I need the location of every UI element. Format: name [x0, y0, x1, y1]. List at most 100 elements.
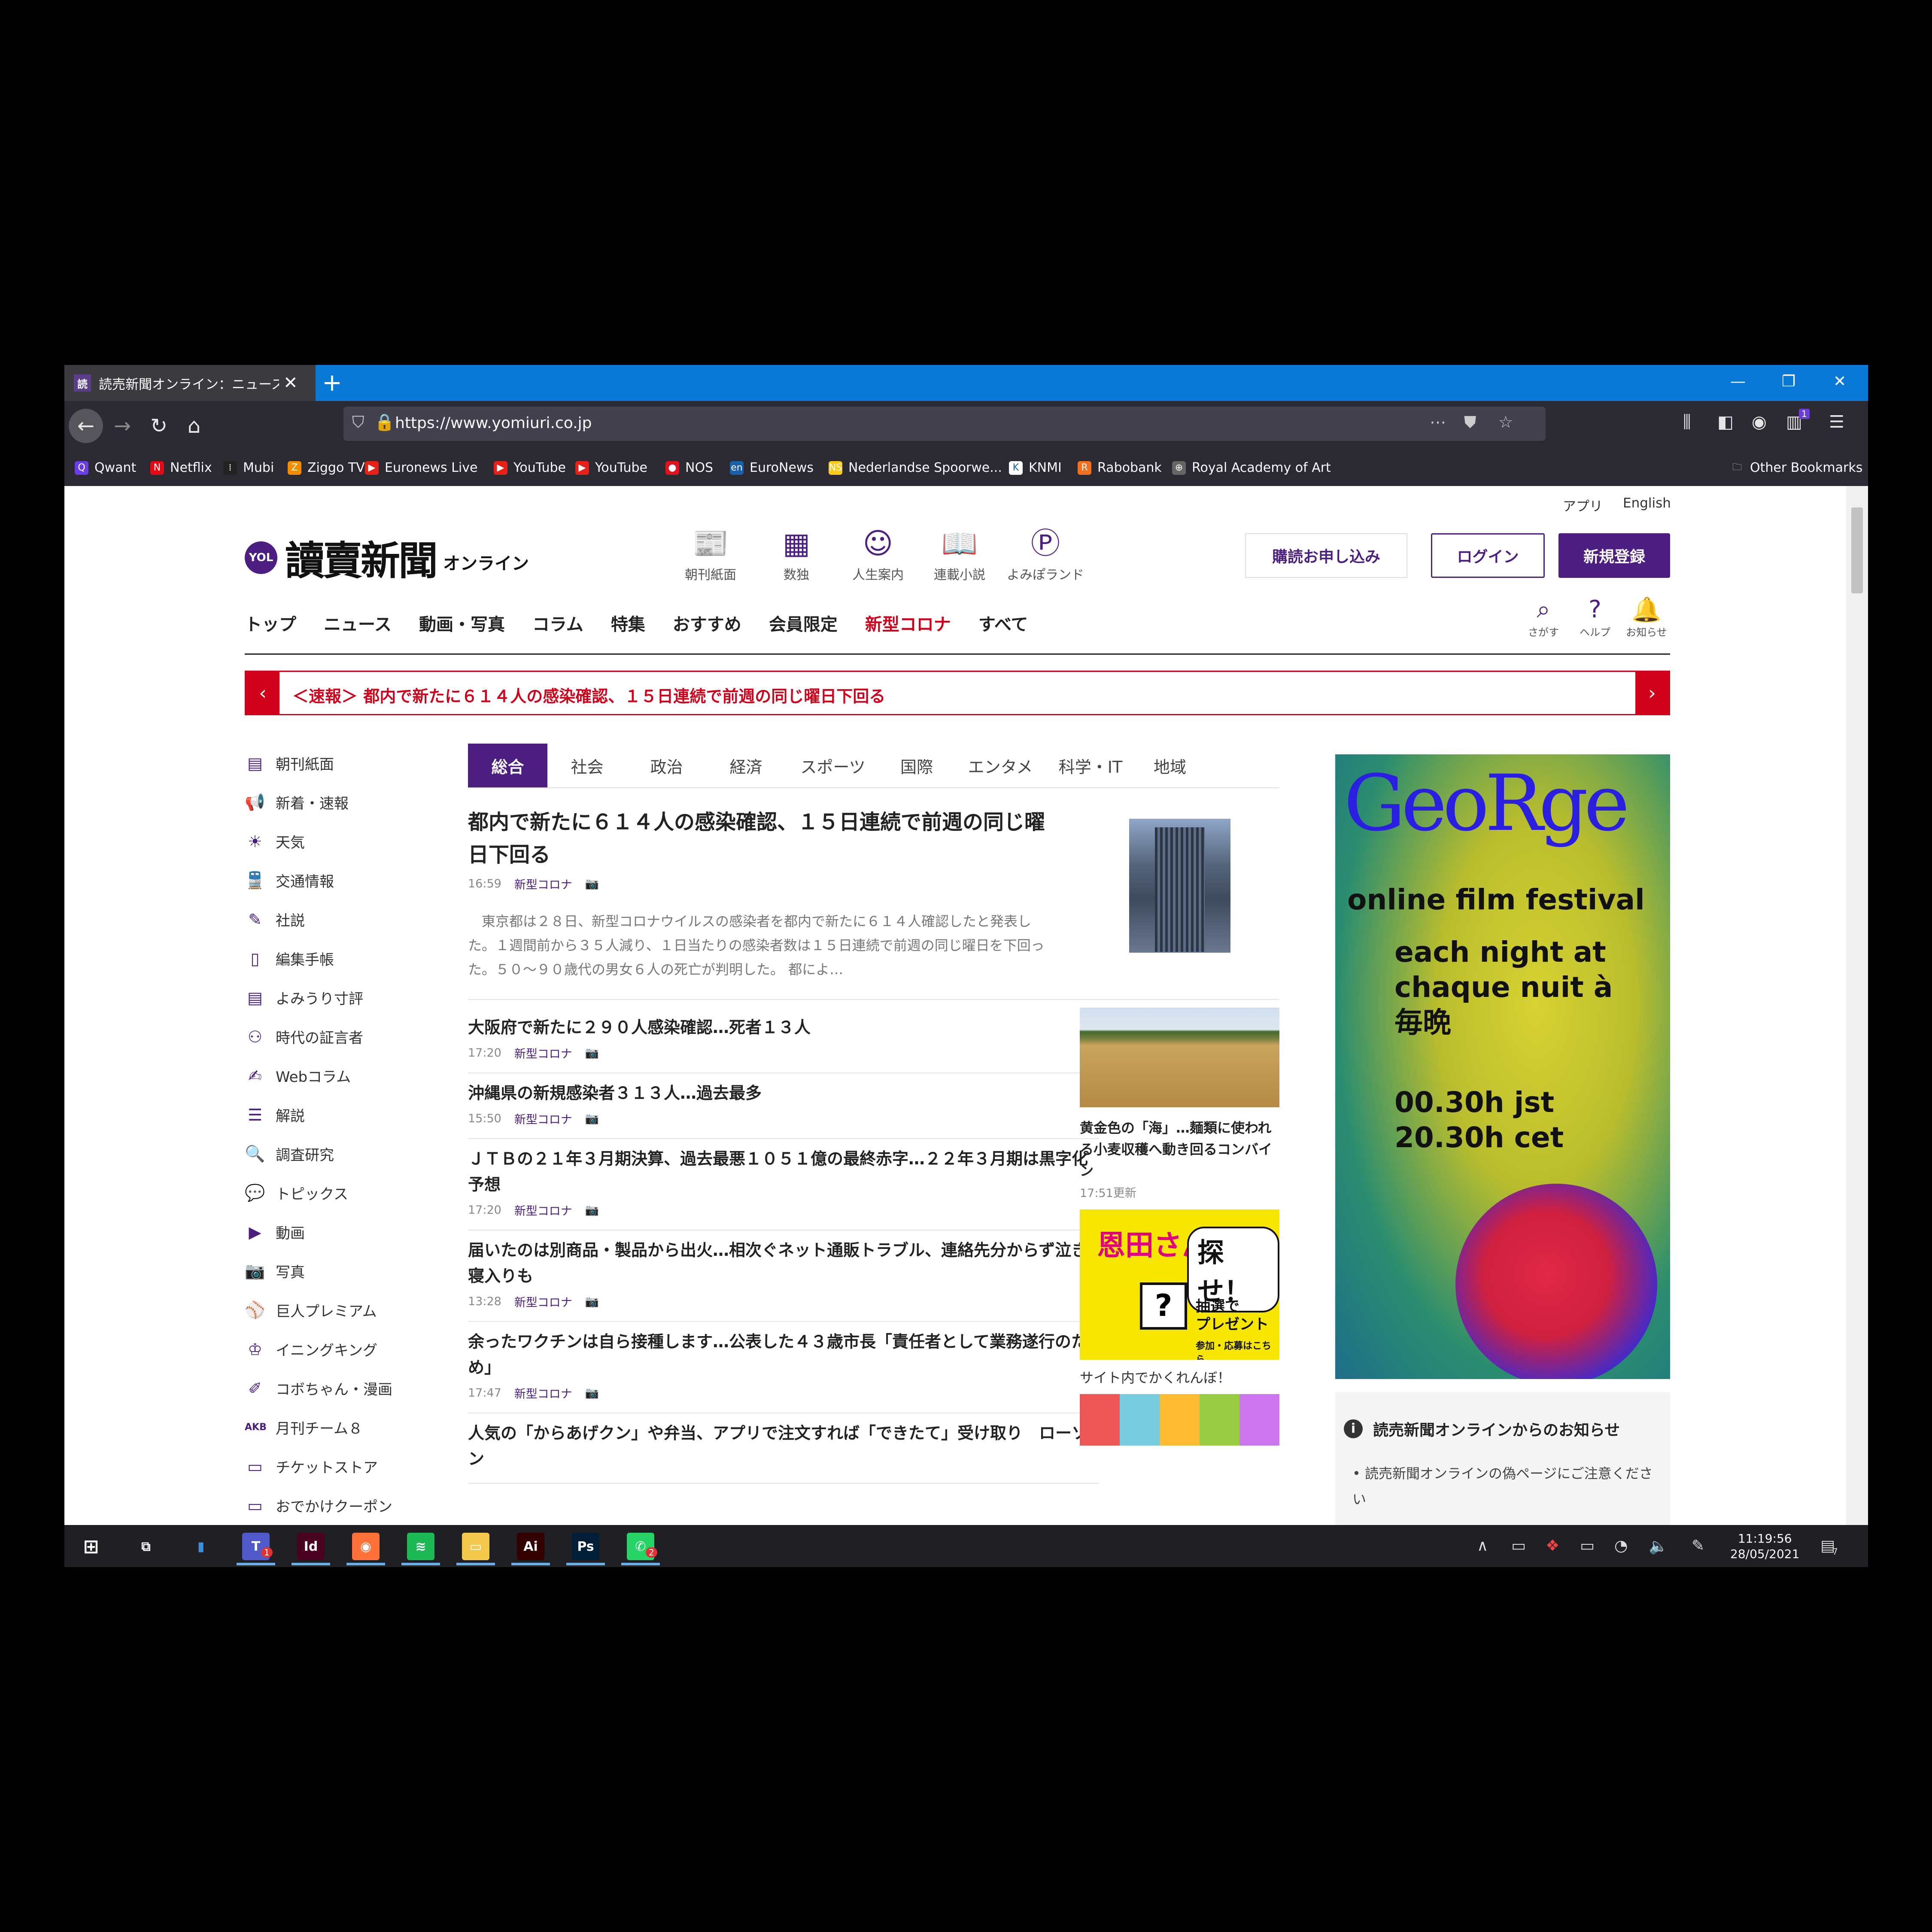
service-link[interactable]: ☺ 人生案内	[839, 526, 917, 583]
bookmark-item[interactable]: ▶ YouTube	[494, 460, 566, 475]
wheat-field-photo[interactable]	[1080, 1008, 1279, 1107]
clock[interactable]: 11:19:56 28/05/2021	[1730, 1531, 1799, 1562]
news-category[interactable]: 新型コロナ	[514, 1045, 572, 1061]
page-scrollbar[interactable]	[1846, 486, 1868, 1525]
minimize-icon[interactable]: —	[1730, 373, 1746, 390]
promo-title[interactable]: 黄金色の「海」…麺類に使われる小麦収穫へ動き回るコンバイン	[1080, 1117, 1279, 1182]
breaking-news-bar[interactable]: ‹ ＜速報＞ 都内で新たに６１４人の感染確認、１５日連続で前週の同じ曜日下回る …	[245, 671, 1670, 715]
new-tab-icon[interactable]: +	[322, 368, 342, 398]
library-icon[interactable]: ⫼	[1683, 412, 1691, 432]
firefox-icon[interactable]: ◉	[352, 1533, 380, 1560]
bookmark-item[interactable]: ⊕ Royal Academy of Art	[1172, 460, 1331, 475]
news-title[interactable]: 大阪府で新たに２９０人感染確認…死者１３人	[468, 1015, 1099, 1040]
photoshop-icon[interactable]: Ps	[572, 1533, 599, 1560]
side-nav-item[interactable]: ▶ 動画	[245, 1212, 425, 1252]
side-nav-item[interactable]: 🔍 調査研究	[245, 1134, 425, 1173]
menu-icon[interactable]: ☰	[1829, 412, 1844, 432]
account-icon[interactable]: ◉	[1752, 412, 1767, 432]
url-bar[interactable]: ⛉ 🔒 https://www.yomiuri.co.jp ⋯ ⛊ ☆	[343, 407, 1546, 441]
banner-caption[interactable]: サイト内でかくれんぼ！	[1080, 1367, 1231, 1387]
service-link[interactable]: Ⓟ よみぽランド	[1007, 526, 1084, 583]
back-arrow-icon[interactable]: ←	[69, 409, 103, 443]
side-nav-item[interactable]: ▤ 朝刊紙面	[245, 744, 425, 783]
news-title[interactable]: ＪＴＢの２１年３月期決算、過去最悪１０５１億の最終赤字…２２年３月期は黒字化予想	[468, 1146, 1099, 1197]
bookmark-item[interactable]: N Netflix	[150, 460, 212, 475]
news-item[interactable]: 届いたのは別商品・製品から出火…相次ぐネット通販トラブル、連絡先分からず泣き寝入…	[468, 1230, 1099, 1322]
url-text[interactable]: https://www.yomiuri.co.jp	[395, 414, 592, 432]
tab-yomiuri[interactable]: 読 読売新聞オンライン：ニュース＆お得サイト ✕	[64, 365, 316, 401]
global-nav-item[interactable]: おすすめ	[673, 611, 741, 635]
tray-device-icon[interactable]: ▭	[1511, 1537, 1526, 1555]
category-tab[interactable]: 総合	[468, 744, 547, 787]
film-festival-ad[interactable]: GeoRge online film festival each night a…	[1335, 754, 1670, 1379]
lead-photo[interactable]	[1129, 819, 1230, 953]
side-nav-item[interactable]: ♔ イニングキング	[245, 1330, 425, 1369]
bookmark-item[interactable]: NS Nederlandse Spoorwe...	[829, 460, 1002, 475]
category-tab[interactable]: 経済	[706, 744, 786, 787]
side-nav-item[interactable]: ✐ コボちゃん・漫画	[245, 1369, 425, 1408]
news-category[interactable]: 新型コロナ	[514, 1385, 572, 1401]
bookmark-item[interactable]: Z Ziggo TV	[288, 460, 365, 475]
app-link[interactable]: アプリ	[1563, 495, 1603, 515]
news-category[interactable]: 新型コロナ	[514, 1202, 572, 1218]
side-nav-item[interactable]: ✍ Webコラム	[245, 1056, 425, 1095]
global-nav-item[interactable]: 会員限定	[769, 611, 838, 635]
pen-icon[interactable]: ✎	[1692, 1537, 1704, 1555]
notice-item-text[interactable]: 読売新聞オンラインの偽ページにご注意ください	[1352, 1465, 1653, 1507]
side-nav-item[interactable]: 📷 写真	[245, 1252, 425, 1291]
bookmark-item[interactable]: ▶ YouTube	[575, 460, 647, 475]
prev-arrow-icon[interactable]: ‹	[246, 672, 279, 714]
windows-start-icon[interactable]: ⊞	[77, 1533, 105, 1560]
bookmark-item[interactable]: R Rabobank	[1078, 460, 1162, 475]
news-item[interactable]: 大阪府で新たに２９０人感染確認…死者１３人 17:20 新型コロナ 📷	[468, 1008, 1099, 1073]
side-nav-item[interactable]: ✎ 社説	[245, 900, 425, 939]
bookmark-item[interactable]: en EuroNews	[730, 460, 814, 475]
utility-button[interactable]: 🔔 お知らせ	[1623, 595, 1670, 639]
pocket-icon[interactable]: ⛊	[1464, 413, 1476, 432]
side-nav-item[interactable]: 💬 トピックス	[245, 1173, 425, 1212]
site-logo[interactable]: YOL 讀賣新聞 オンライン	[245, 529, 529, 586]
english-link[interactable]: English	[1623, 495, 1671, 511]
bookmark-item[interactable]: ● NOS	[665, 460, 713, 475]
more-actions-icon[interactable]: ⋯	[1430, 413, 1446, 431]
global-nav-item[interactable]: すべて	[978, 611, 1028, 635]
bookmark-star-icon[interactable]: ☆	[1498, 413, 1513, 431]
game-banner[interactable]	[1080, 1394, 1279, 1446]
side-nav-item[interactable]: ▯ 編集手帳	[245, 939, 425, 978]
forward-arrow-icon[interactable]: →	[105, 409, 140, 443]
close-window-icon[interactable]: ✕	[1833, 373, 1846, 390]
global-nav-item[interactable]: 動画・写真	[419, 611, 505, 635]
lock-icon[interactable]: 🔒	[374, 413, 395, 432]
global-nav-item[interactable]: 特集	[611, 611, 645, 635]
shield-icon[interactable]: ⛉	[352, 413, 365, 432]
side-nav-item[interactable]: AKB 月刊チーム８	[245, 1408, 425, 1447]
register-button[interactable]: 新規登録	[1558, 533, 1670, 578]
lead-article[interactable]: 都内で新たに６１４人の感染確認、１５日連続で前週の同じ曜日下回る 16:59 新…	[468, 806, 1052, 981]
lead-category[interactable]: 新型コロナ	[514, 875, 572, 892]
news-item[interactable]: 人気の「からあげクン」や弁当、アプリで注文すれば「できたて」受け取り ローソン	[468, 1413, 1099, 1484]
side-nav-item[interactable]: ⚇ 時代の証言者	[245, 1017, 425, 1056]
reload-icon[interactable]: ↻	[142, 409, 176, 443]
sidebar-icon[interactable]: ◧	[1717, 412, 1734, 432]
category-tab[interactable]: 科学・IT	[1048, 744, 1133, 787]
news-item[interactable]: 余ったワクチンは自ら接種します…公表した４３歳市長「責任者として業務遂行のため」…	[468, 1322, 1099, 1413]
side-nav-item[interactable]: ▤ よみうり寸評	[245, 978, 425, 1017]
bookmark-item[interactable]: ⁞ Mubi	[223, 460, 274, 475]
service-link[interactable]: 📰 朝刊紙面	[672, 526, 749, 583]
spotify-icon[interactable]: ≋	[407, 1533, 434, 1560]
news-title[interactable]: 沖縄県の新規感染者３１３人…過去最多	[468, 1080, 1099, 1106]
close-tab-icon[interactable]: ✕	[283, 373, 298, 393]
utility-button[interactable]: ⌕ さがす	[1520, 595, 1567, 639]
side-nav-item[interactable]: 🚆 交通情報	[245, 861, 425, 900]
wifi-icon[interactable]: ◔	[1614, 1537, 1628, 1555]
bookmark-item[interactable]: ▶ Euronews Live	[365, 460, 477, 475]
restore-icon[interactable]: ❐	[1782, 373, 1795, 390]
chevron-up-icon[interactable]: ∧	[1477, 1537, 1488, 1555]
news-item[interactable]: 沖縄県の新規感染者３１３人…過去最多 15:50 新型コロナ 📷	[468, 1073, 1099, 1139]
global-nav-item[interactable]: ニュース	[324, 611, 392, 635]
global-nav-item[interactable]: コラム	[532, 611, 583, 635]
explorer-icon[interactable]: ▭	[462, 1533, 489, 1560]
news-category[interactable]: 新型コロナ	[514, 1293, 572, 1310]
breaking-news-text[interactable]: ＜速報＞ 都内で新たに６１４人の感染確認、１５日連続で前週の同じ曜日下回る	[292, 683, 885, 707]
bookmark-item[interactable]: K KNMI	[1009, 460, 1062, 475]
